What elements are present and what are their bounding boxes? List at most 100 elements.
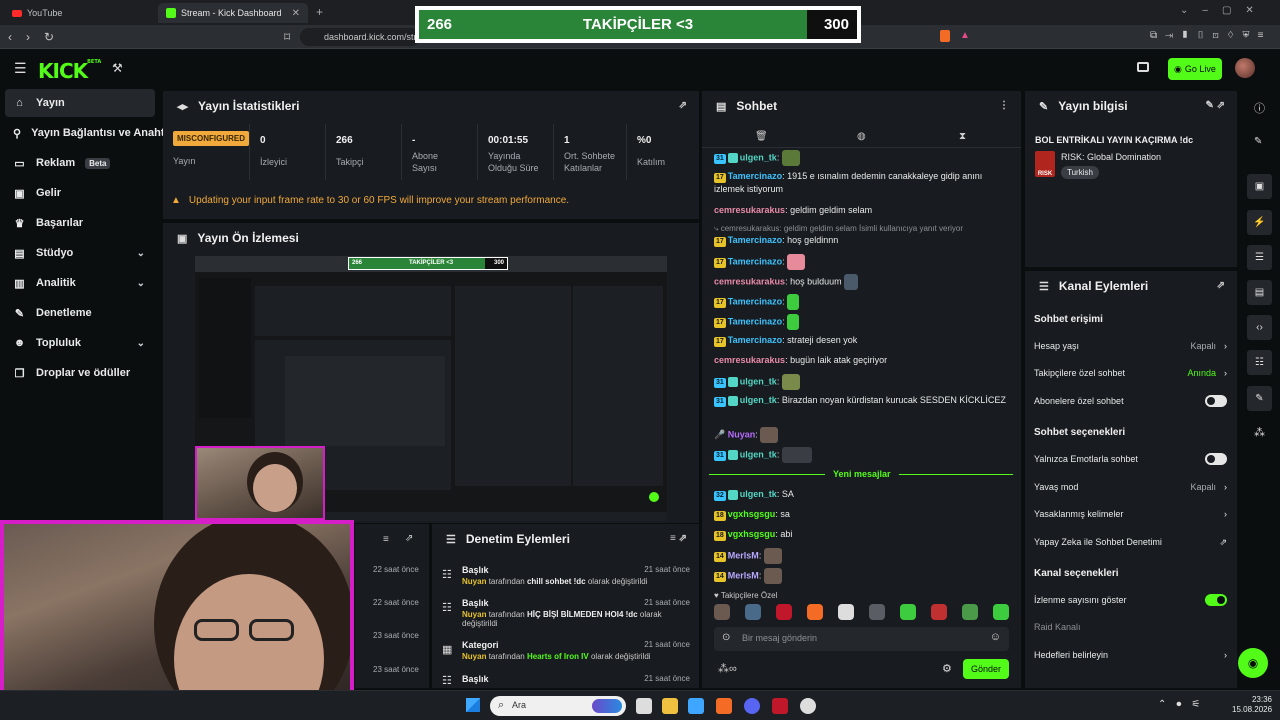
rail-stats-button[interactable]: ▣ bbox=[1247, 174, 1272, 199]
extension-icons[interactable]: ⧉⇥▮▯⊡♢⛨≡ bbox=[1150, 30, 1271, 41]
emote-icon[interactable] bbox=[714, 604, 730, 620]
hourglass-icon[interactable]: ⧗ bbox=[959, 131, 966, 142]
badge-icon bbox=[727, 395, 738, 406]
setting-emote-only[interactable]: Yalnızca Emotlarla sohbet bbox=[1034, 449, 1227, 469]
popout-icon[interactable]: ⇗ bbox=[405, 533, 413, 544]
bookmark-icon[interactable]: ⌑ bbox=[284, 30, 290, 44]
window-controls[interactable]: ⌄–▢✕ bbox=[1180, 5, 1268, 16]
setting-followers-chat[interactable]: Takipçilere özel sohbet Anında › bbox=[1034, 363, 1227, 383]
taskbar-search[interactable]: ⌕ Ara bbox=[490, 696, 626, 716]
rail-activity-button[interactable]: ⚡ bbox=[1247, 210, 1272, 235]
discord-icon[interactable] bbox=[744, 698, 760, 714]
sidebar-item-stream-key[interactable]: ⚲ Yayın Bağlantısı ve Anahtar bbox=[5, 119, 163, 147]
setting-goals[interactable]: Hedefleri belirleyin › bbox=[1034, 645, 1227, 665]
sidebar-item-reklam[interactable]: ▭ Reklam Beta bbox=[5, 149, 155, 177]
mod-time: 21 saat önce bbox=[644, 640, 690, 649]
apps-icon[interactable]: ⁂ bbox=[1254, 426, 1265, 439]
more-icon[interactable]: ⋮ bbox=[999, 100, 1009, 111]
rewards-icon[interactable]: ▲ bbox=[960, 30, 970, 41]
file-explorer-icon[interactable] bbox=[662, 698, 678, 714]
emote-icon[interactable] bbox=[838, 604, 854, 620]
settings-icons[interactable]: ⁂∞ bbox=[718, 662, 737, 675]
subs-chat-toggle[interactable] bbox=[1205, 395, 1227, 407]
url-field[interactable]: dashboard.kick.com/str bbox=[300, 28, 420, 46]
windows-start-icon[interactable] bbox=[466, 698, 480, 712]
emote-icon[interactable] bbox=[931, 604, 947, 620]
stat-avg-chatters: 1 Ort. Sohbete Katılanlar bbox=[553, 124, 629, 180]
avatar[interactable] bbox=[1235, 58, 1255, 78]
rail-channel-button[interactable]: ☷ bbox=[1247, 350, 1272, 375]
sidebar-item-basarilar[interactable]: ♛ Başarılar bbox=[5, 209, 155, 237]
close-tab-icon[interactable]: ✕ bbox=[292, 8, 300, 19]
send-button[interactable]: Gönder bbox=[963, 659, 1009, 679]
panel-actions[interactable]: ≡ ⇗ bbox=[670, 533, 687, 544]
app-icon[interactable] bbox=[772, 698, 788, 714]
sidebar-item-denetleme[interactable]: ✎ Denetleme bbox=[5, 299, 155, 327]
store-icon[interactable] bbox=[688, 698, 704, 714]
trash-icon[interactable]: 🗑 bbox=[755, 131, 768, 142]
new-tab-icon[interactable]: + bbox=[316, 5, 323, 19]
tab-youtube[interactable]: YouTube bbox=[4, 3, 154, 23]
emoji-icon[interactable]: ☺ bbox=[990, 631, 1001, 643]
brave-icon[interactable] bbox=[716, 698, 732, 714]
setting-subs-chat[interactable]: Abonelere özel sohbet bbox=[1034, 391, 1227, 411]
clock[interactable]: 23:36 15.08.2026 bbox=[1232, 695, 1272, 715]
go-live-button[interactable]: ◉ Go Live bbox=[1168, 58, 1222, 80]
setting-account-age[interactable]: Hesap yaşı Kapalı › bbox=[1034, 336, 1227, 356]
sidebar-item-gelir[interactable]: ▣ Gelir bbox=[5, 179, 155, 207]
sidebar-item-yayin[interactable]: ⌂ Yayın bbox=[5, 89, 155, 117]
filter-icon[interactable]: ≡ bbox=[383, 534, 389, 545]
reply-icon[interactable]: ⊙ bbox=[722, 632, 730, 643]
emote-icon[interactable] bbox=[993, 604, 1009, 620]
brave-shield-icon[interactable] bbox=[940, 30, 950, 42]
emote-only-toggle[interactable] bbox=[1205, 453, 1227, 465]
sidebar-item-analitik[interactable]: ▥ Analitik ⌄ bbox=[5, 269, 155, 297]
forward-icon[interactable]: › bbox=[26, 30, 30, 44]
show-viewers-toggle[interactable] bbox=[1205, 594, 1227, 606]
setting-slow-mode[interactable]: Yavaş mod Kapalı › bbox=[1034, 477, 1227, 497]
sidebar-item-droplar[interactable]: ❒ Droplar ve ödüller bbox=[5, 359, 155, 387]
emote-icon[interactable] bbox=[776, 604, 792, 620]
chevron-down-icon: ⌄ bbox=[136, 337, 145, 349]
system-tray-icons[interactable]: ⌃⏺⚟ bbox=[1158, 699, 1210, 710]
mod-value: Hearts of Iron IV bbox=[526, 652, 589, 661]
task-view-icon[interactable] bbox=[636, 698, 652, 714]
edit-icon[interactable]: ✎ bbox=[1254, 136, 1262, 147]
emote-icon[interactable] bbox=[869, 604, 885, 620]
emote-icon[interactable] bbox=[745, 604, 761, 620]
tab-kick-dashboard[interactable]: Stream - Kick Dashboard ✕ bbox=[158, 3, 308, 23]
kick-logo[interactable]: KICKBETA bbox=[38, 59, 101, 83]
stream-category[interactable]: RISK: Global Domination bbox=[1061, 152, 1161, 162]
studio-view-icon[interactable] bbox=[1137, 62, 1149, 72]
chevron-right-icon: › bbox=[1224, 368, 1227, 378]
hammer-icon[interactable]: ⚒ bbox=[112, 61, 123, 75]
emote-icon bbox=[781, 150, 800, 166]
chat-input[interactable]: ⊙ Bir mesaj gönderin ☺ bbox=[714, 627, 1009, 651]
obs-icon[interactable] bbox=[800, 698, 816, 714]
setting-banned-words[interactable]: Yasaklanmış kelimeler › bbox=[1034, 504, 1227, 524]
mod-action-item: ☷ Başlık 21 saat önce Nuyan tarafından H… bbox=[442, 598, 690, 628]
rail-list-button[interactable]: ☰ bbox=[1247, 245, 1272, 270]
reload-icon[interactable]: ↻ bbox=[44, 30, 54, 44]
emote-icon[interactable] bbox=[807, 604, 823, 620]
support-chat-button[interactable]: ◉ bbox=[1238, 648, 1268, 678]
setting-show-viewers[interactable]: İzlenme sayısını göster bbox=[1034, 590, 1227, 610]
setting-raid[interactable]: Raid Kanalı bbox=[1034, 617, 1227, 637]
rail-code-button[interactable]: ‹› bbox=[1247, 315, 1272, 340]
rail-wrench-button[interactable]: ✎ bbox=[1247, 386, 1272, 411]
setting-ai-moderation[interactable]: Yapay Zeka ile Sohbet Denetimi ⇗ bbox=[1034, 532, 1227, 552]
message-icon[interactable]: ◍ bbox=[857, 131, 866, 142]
popout-icon[interactable]: ⇗ bbox=[1217, 280, 1225, 291]
rail-chat-button[interactable]: ▤ bbox=[1247, 280, 1272, 305]
menu-icon[interactable]: ☰ bbox=[14, 60, 27, 77]
emote-icon[interactable] bbox=[962, 604, 978, 620]
popout-icon[interactable]: ⇗ bbox=[679, 100, 687, 111]
sidebar-item-studyo[interactable]: ▤ Stüdyo ⌄ bbox=[5, 239, 155, 267]
info-icon[interactable]: ⓘ bbox=[1254, 100, 1265, 116]
gear-icon[interactable]: ⚙ bbox=[942, 662, 952, 675]
back-icon[interactable]: ‹ bbox=[8, 30, 12, 44]
goal-target: 300 bbox=[823, 16, 849, 33]
edit-popout-icons[interactable]: ✎ ⇗ bbox=[1205, 100, 1225, 111]
sidebar-item-topluluk[interactable]: ☻ Topluluk ⌄ bbox=[5, 329, 155, 357]
emote-icon[interactable] bbox=[900, 604, 916, 620]
